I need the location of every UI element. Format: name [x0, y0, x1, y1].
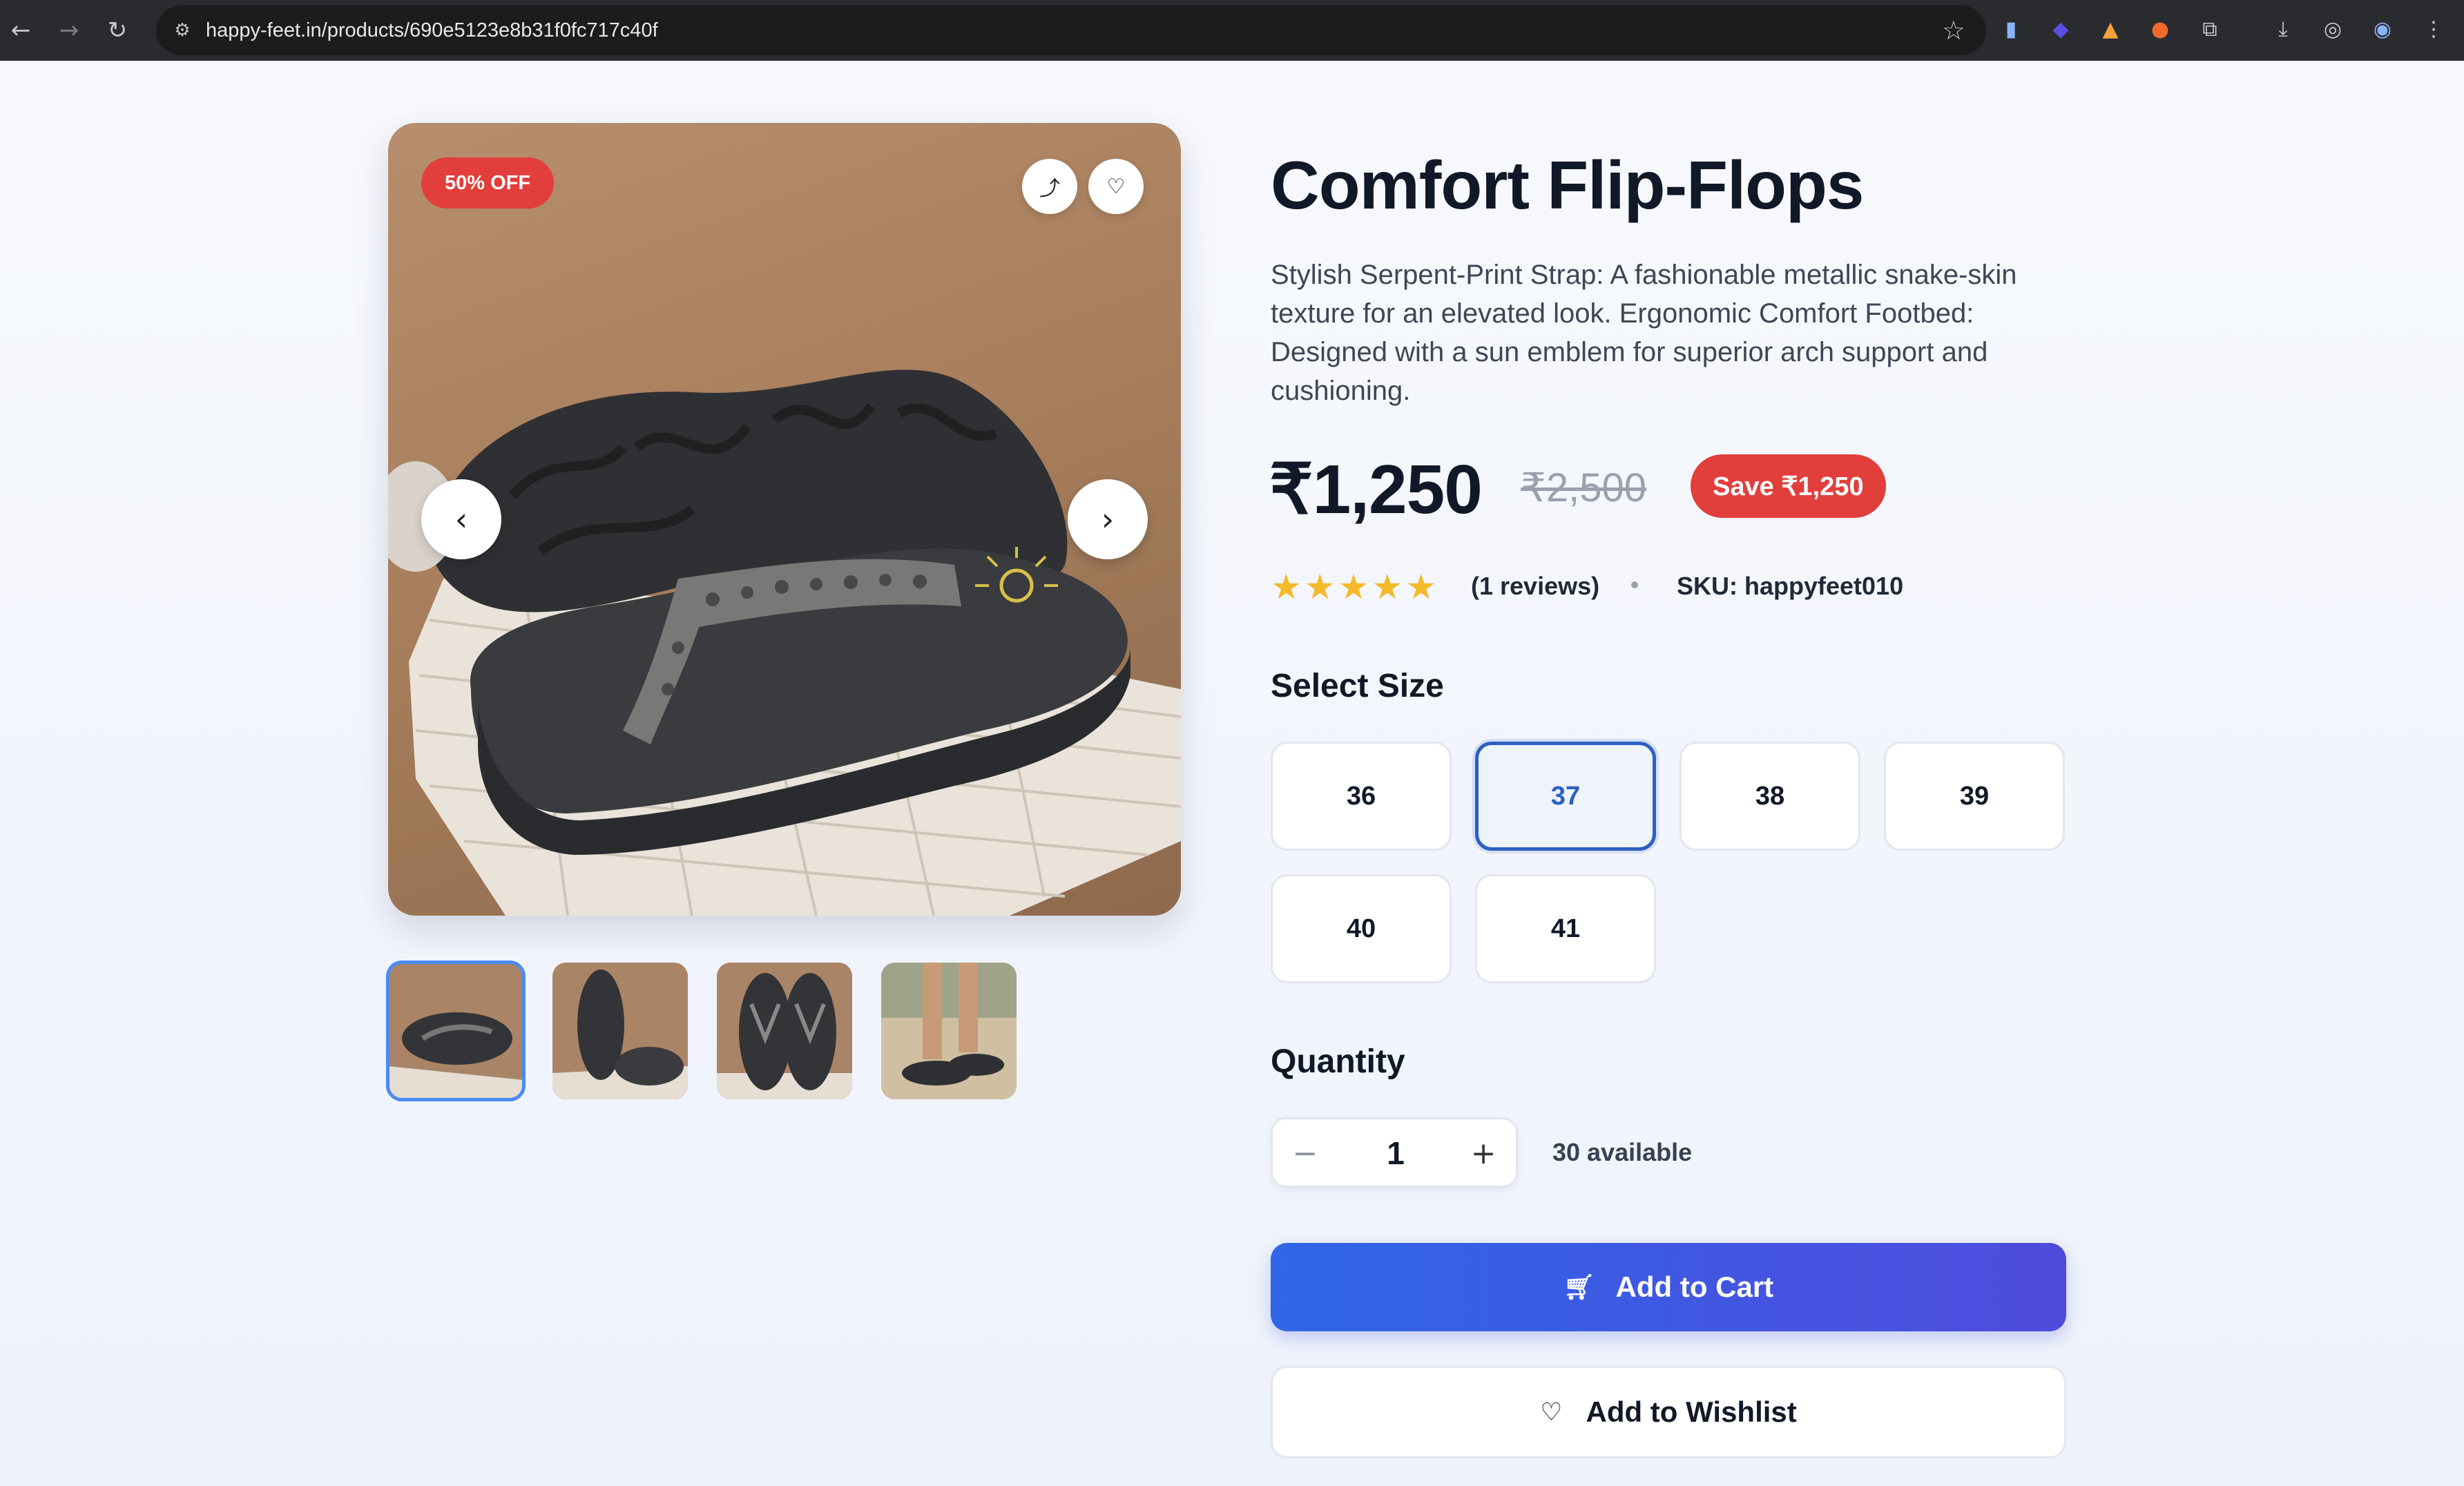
back-icon[interactable]: ←	[3, 12, 39, 48]
next-image-button[interactable]: ›	[1068, 479, 1148, 559]
performance-icon[interactable]: ◎	[2318, 14, 2348, 44]
size-label: Select Size	[1271, 668, 1444, 704]
size-option-38[interactable]: 38	[1679, 742, 1860, 851]
thumbnail-3[interactable]	[717, 963, 852, 1099]
address-bar[interactable]: ⚙ happy-feet.in/products/690e5123e8b31f0…	[156, 6, 1986, 55]
star-icon: ★	[1271, 567, 1302, 607]
extension-drive-icon[interactable]: ▲	[2095, 14, 2126, 44]
flip-flop-photo	[388, 369, 1181, 916]
size-option-41[interactable]: 41	[1475, 874, 1656, 983]
size-option-37[interactable]: 37	[1475, 742, 1656, 851]
browser-toolbar: ← → ↻ ⚙ happy-feet.in/products/690e5123e…	[0, 0, 2464, 61]
add-to-cart-button[interactable]: 🛒︎ Add to Cart	[1271, 1243, 2066, 1331]
profile-avatar-icon[interactable]: ◉	[2367, 14, 2398, 44]
wishlist-heart-button[interactable]: ♡	[1088, 159, 1144, 214]
current-price: ₹1,250	[1269, 451, 1483, 528]
plus-icon: +	[1470, 1135, 1496, 1171]
star-icon: ★	[1304, 567, 1336, 607]
size-option-39[interactable]: 39	[1884, 742, 2065, 851]
increase-quantity-button[interactable]: +	[1462, 1132, 1505, 1175]
savings-badge: Save ₹1,250	[1691, 454, 1886, 518]
share-icon: ⤴	[1039, 177, 1060, 201]
add-to-wishlist-label: Add to Wishlist	[1586, 1396, 1797, 1428]
chevron-right-icon: ›	[1101, 501, 1115, 538]
size-option-40[interactable]: 40	[1271, 874, 1452, 983]
product-title: Comfort Flip-Flops	[1271, 147, 1864, 223]
size-option-36[interactable]: 36	[1271, 742, 1452, 851]
thumbnail-2[interactable]	[552, 963, 688, 1099]
product-description: Stylish Serpent-Print Strap: A fashionab…	[1271, 260, 2017, 406]
discount-badge: 50% OFF	[421, 157, 555, 209]
extension-layers-icon[interactable]: ◆	[2046, 14, 2076, 44]
star-icon: ★	[1405, 567, 1437, 607]
add-to-cart-label: Add to Cart	[1615, 1271, 1774, 1303]
main-product-image[interactable]: 50% OFF ⤴ ♡ ‹ ›	[388, 123, 1181, 916]
bookmark-star-icon[interactable]: ☆	[1942, 15, 1965, 46]
decrease-quantity-button[interactable]: −	[1284, 1132, 1327, 1175]
add-to-wishlist-button[interactable]: ♡ Add to Wishlist	[1271, 1366, 2066, 1458]
minus-icon: −	[1292, 1135, 1318, 1171]
stock-available: 30 available	[1552, 1138, 1693, 1166]
url-text[interactable]: happy-feet.in/products/690e5123e8b31f0fc…	[206, 19, 658, 42]
downloads-icon[interactable]: ⤓	[2268, 14, 2298, 44]
forward-icon[interactable]: →	[51, 12, 87, 48]
rating-stars: ★ ★ ★ ★ ★	[1271, 568, 1436, 606]
reviews-count[interactable]: (1 reviews)	[1471, 572, 1599, 601]
sku-text: SKU: happyfeet010	[1677, 572, 1904, 600]
quantity-value[interactable]: 1	[1363, 1135, 1429, 1172]
prev-image-button[interactable]: ‹	[421, 479, 501, 559]
extension-flame-icon[interactable]: ●	[2145, 14, 2175, 44]
menu-kebab-icon[interactable]: ⋮	[2418, 14, 2449, 44]
site-settings-icon[interactable]: ⚙	[170, 18, 195, 43]
chevron-left-icon: ‹	[454, 501, 468, 538]
heart-icon: ♡	[1106, 174, 1126, 199]
star-icon: ★	[1371, 567, 1403, 607]
quantity-label: Quantity	[1271, 1043, 1405, 1080]
cart-icon: 🛒︎	[1563, 1273, 1595, 1302]
share-button[interactable]: ⤴	[1022, 159, 1077, 214]
heart-icon: ♡	[1540, 1398, 1563, 1427]
original-price: ₹2,500	[1521, 465, 1647, 510]
separator-dot	[1631, 581, 1638, 588]
extension-docs-icon[interactable]: ▮	[1996, 14, 2026, 44]
quantity-stepper: − 1 +	[1271, 1117, 1518, 1188]
reload-icon[interactable]: ↻	[99, 12, 135, 48]
thumbnail-4[interactable]	[881, 963, 1017, 1099]
thumbnail-1[interactable]	[386, 961, 526, 1101]
extensions-puzzle-icon[interactable]: ⧉	[2195, 14, 2225, 44]
star-icon: ★	[1338, 567, 1369, 607]
